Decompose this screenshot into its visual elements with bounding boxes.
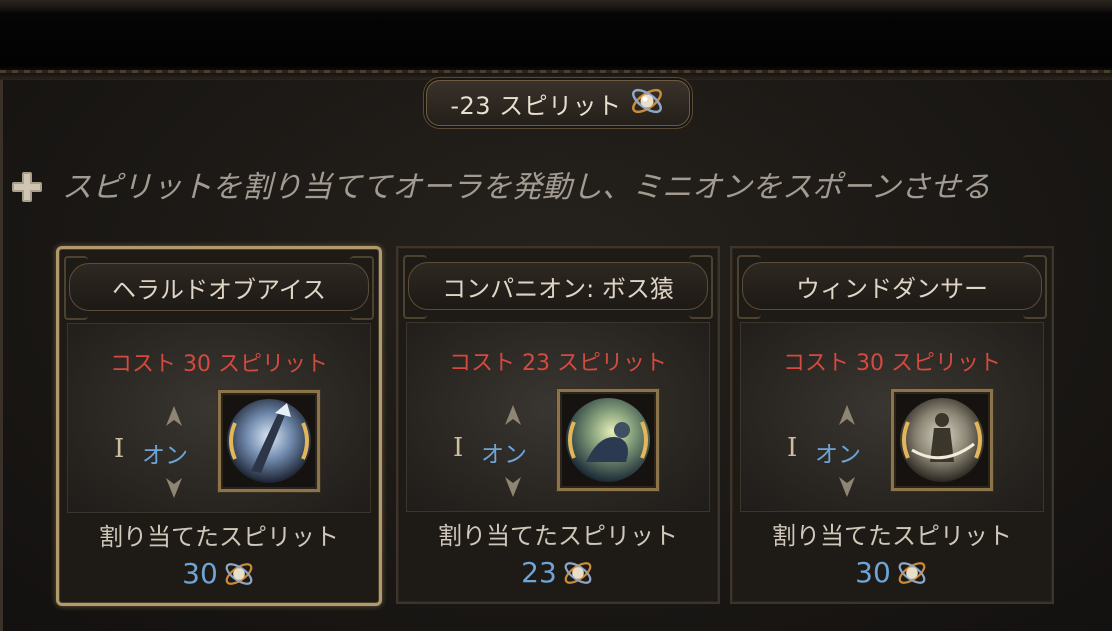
arrow-down-icon[interactable] xyxy=(837,473,857,499)
level-numeral: I xyxy=(787,433,798,463)
on-off-toggle[interactable]: I オン xyxy=(781,399,891,499)
arrow-up-icon[interactable] xyxy=(164,404,184,430)
herald-of-ice-icon xyxy=(218,390,320,492)
spirit-icon xyxy=(628,84,666,122)
card-body: コスト 30 スピリット I オン xyxy=(67,323,371,513)
on-off-toggle[interactable]: I オン xyxy=(108,400,218,500)
card-body: コスト 23 スピリット I オン xyxy=(406,322,710,512)
description-text: スピリットを割り当ててオーラを発動し、ミニオンをスポーンさせる xyxy=(62,170,991,205)
allocated-spirit-label: 割り当てたスピリット xyxy=(772,522,1012,550)
toggle-state: オン xyxy=(815,442,861,468)
spirit-total-value: -23 スピリット xyxy=(450,91,622,120)
card-title: コンパニオン: ボス猿 xyxy=(403,255,713,319)
spirit-cost: コスト 23 スピリット xyxy=(449,351,667,376)
arrow-down-icon[interactable] xyxy=(503,473,523,499)
aura-card-herald-of-ice[interactable]: ヘラルドオブアイス コスト 30 スピリット I オン 割り当てたスピリット 3… xyxy=(56,246,382,606)
spirit-icon xyxy=(225,562,253,585)
on-off-toggle[interactable]: I オン xyxy=(447,399,557,499)
plus-icon[interactable] xyxy=(8,168,46,206)
spirit-cost: コスト 30 スピリット xyxy=(783,351,1001,376)
allocated-spirit-row: 23 xyxy=(398,556,718,589)
top-banner xyxy=(0,0,1112,80)
arrow-down-icon[interactable] xyxy=(164,474,184,500)
allocated-spirit-row: 30 xyxy=(59,557,379,590)
allocated-spirit-value: 30 xyxy=(855,556,891,589)
allocated-spirit-value: 23 xyxy=(521,556,557,589)
allocated-spirit-label: 割り当てたスピリット xyxy=(99,523,339,551)
toggle-state: オン xyxy=(142,443,188,469)
card-title: ウィンドダンサー xyxy=(737,255,1047,319)
allocated-spirit-label: 割り当てたスピリット xyxy=(438,522,678,550)
arrow-up-icon[interactable] xyxy=(503,403,523,429)
spirit-cost: コスト 30 スピリット xyxy=(110,352,328,377)
aura-card-companion[interactable]: コンパニオン: ボス猿 コスト 23 スピリット I オン 割り当てたスピリット… xyxy=(396,246,720,604)
toggle-state: オン xyxy=(481,442,527,468)
spirit-icon xyxy=(564,561,592,584)
companion-icon xyxy=(557,389,659,491)
card-body: コスト 30 スピリット I オン xyxy=(740,322,1044,512)
level-numeral: I xyxy=(453,433,464,463)
spirit-icon xyxy=(898,561,926,584)
card-title: ヘラルドオブアイス xyxy=(64,256,374,320)
spirit-total-header: -23 スピリット xyxy=(426,80,690,126)
arrow-up-icon[interactable] xyxy=(837,403,857,429)
wind-dancer-icon xyxy=(891,389,993,491)
allocated-spirit-row: 30 xyxy=(732,556,1052,589)
allocated-spirit-value: 30 xyxy=(182,557,218,590)
aura-card-wind-dancer[interactable]: ウィンドダンサー コスト 30 スピリット I オン 割り当てたスピリット 30 xyxy=(730,246,1054,604)
level-numeral: I xyxy=(114,434,125,464)
